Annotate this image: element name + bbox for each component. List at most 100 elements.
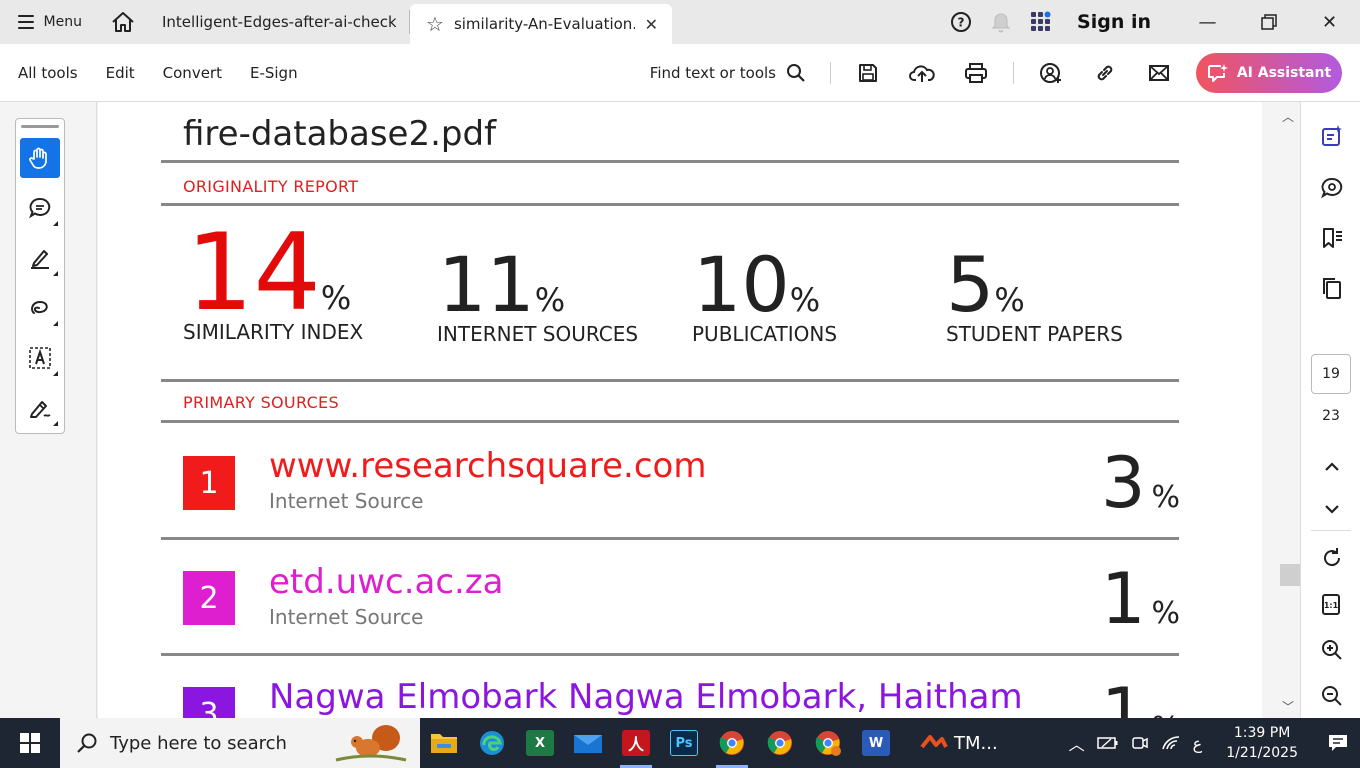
edit-document-icon [1322,125,1342,146]
taskbar-edge[interactable] [468,718,516,768]
help-button[interactable]: ? [941,0,981,44]
current-page-input[interactable]: 19 [1311,354,1351,394]
scroll-up-icon[interactable]: ︿ [1282,108,1294,125]
edge-browser-icon [480,731,504,755]
divider [161,420,1179,423]
ai-assistant-button[interactable]: AI Assistant [1196,52,1342,93]
zoom-out-button[interactable] [1316,680,1348,712]
close-tab-icon[interactable]: ✕ [645,15,658,34]
taskbar-chrome-profile-2[interactable] [756,718,804,768]
main-toolbar: All tools Edit Convert E-Sign Find text … [0,44,1360,102]
comments-panel-button[interactable] [1316,172,1348,204]
drag-handle[interactable] [21,125,59,128]
hand-tool-button[interactable] [20,138,60,178]
menu-button[interactable]: Menu [0,0,100,44]
scroll-thumb[interactable] [1280,564,1300,586]
upload-button[interactable] [895,53,949,93]
rotate-button[interactable] [1316,542,1348,574]
source-name[interactable]: www.researchsquare.com [269,446,706,486]
taskbar-acrobat[interactable]: 人 [612,718,660,768]
home-button[interactable] [100,0,146,44]
source-name[interactable]: etd.uwc.ac.za [269,562,504,602]
source-rank-badge: 3 [183,687,235,718]
scroll-down-icon[interactable]: ﹀ [1282,698,1294,715]
show-hidden-icons-chevron-icon[interactable]: ︿ [1069,731,1085,755]
stat-label: INTERNET SOURCES [437,322,639,346]
taskbar-photoshop[interactable]: Ps [660,718,708,768]
document-view[interactable]: fire-database2.pdf ORIGINALITY REPORT 14… [98,102,1262,718]
share-user-button[interactable] [1024,53,1078,93]
sign-in-button[interactable]: Sign in [1061,11,1177,33]
minimize-icon: — [1198,11,1217,33]
page-thumbnails-button[interactable] [1316,272,1348,304]
notification-center-button[interactable] [1316,734,1360,752]
menu-all-tools[interactable]: All tools [18,64,78,82]
taskbar-clock[interactable]: 1:39 PM 1/21/2025 [1226,723,1298,763]
link-button[interactable] [1078,53,1132,93]
stat-internet-sources: 11% INTERNET SOURCES [437,247,638,347]
language-indicator[interactable]: ع [1193,734,1203,753]
next-page-button[interactable] [1316,494,1348,526]
taskbar-chrome-profile-1[interactable] [708,718,756,768]
stat-value: 5 [946,240,995,329]
home-icon [112,12,134,32]
minimize-button[interactable]: — [1177,0,1238,44]
hamburger-icon [18,15,34,29]
excel-icon: X [526,730,554,756]
print-icon [965,62,987,83]
tab-bar-actions: ? Sign in — ✕ [941,0,1360,44]
star-icon[interactable]: ☆ [426,12,444,36]
zoom-in-button[interactable] [1316,634,1348,666]
bookmarks-button[interactable] [1316,222,1348,254]
chrome-icon [719,731,744,755]
stat-label: SIMILARITY INDEX [183,320,364,344]
taskbar-mail[interactable] [564,718,612,768]
tab-similarity[interactable]: ☆ similarity-An-Evaluation... ✕ [410,4,672,44]
maximize-button[interactable] [1238,0,1299,44]
taskbar-word[interactable]: W [852,718,900,768]
previous-page-button[interactable] [1316,450,1348,482]
menu-e-sign[interactable]: E-Sign [250,64,298,82]
left-tools-panel [0,102,97,718]
save-button[interactable] [841,53,895,93]
print-button[interactable] [949,53,1003,93]
svg-text:1:1: 1:1 [1324,601,1339,610]
taskbar-chrome-profile-3[interactable] [804,718,852,768]
apps-button[interactable] [1021,0,1061,44]
wifi-icon[interactable] [1161,735,1181,751]
battery-icon[interactable] [1096,736,1119,750]
find-tools-button[interactable]: Find text or tools [650,63,806,83]
draw-tool-button[interactable] [20,288,60,328]
sign-tool-button[interactable] [20,388,60,428]
highlight-tool-button[interactable] [20,238,60,278]
text-tool-button[interactable] [20,338,60,378]
source-percent-unit: % [1151,596,1180,631]
menu-convert[interactable]: Convert [163,64,222,82]
source-percent: 3% [1101,448,1180,518]
edit-pdf-button[interactable] [1316,120,1348,152]
chevron-up-icon [1325,462,1339,471]
start-button[interactable] [0,718,60,768]
tab-intelligent-edges[interactable]: Intelligent-Edges-after-ai-check_1... [146,0,410,44]
source-rank-badge: 2 [183,571,235,625]
more-options-indicator [53,421,58,426]
meet-camera-icon[interactable] [1131,735,1149,751]
email-button[interactable] [1132,53,1186,93]
comment-tool-button[interactable] [20,188,60,228]
source-name[interactable]: Nagwa Elmobark Nagwa Elmobark, Haitham [269,677,1023,717]
taskbar-file-explorer[interactable] [420,718,468,768]
tab-label: Intelligent-Edges-after-ai-check_1... [162,13,396,31]
taskbar-excel[interactable]: X [516,718,564,768]
actual-size-icon: 1:1 [1322,594,1340,615]
taskbar-tm-app[interactable]: TM... [900,718,1010,768]
vertical-scrollbar[interactable]: ︿ ﹀ [1262,102,1300,718]
actual-size-button[interactable]: 1:1 [1316,588,1348,620]
lasso-icon [31,300,48,314]
menu-edit[interactable]: Edit [106,64,135,82]
source-percent: 1% [1101,564,1180,634]
close-window-button[interactable]: ✕ [1299,0,1360,44]
primary-sources-label: PRIMARY SOURCES [183,393,339,412]
notifications-button[interactable] [981,0,1021,44]
taskbar-search[interactable]: Type here to search [60,718,420,768]
source-type: Internet Source [269,489,424,513]
